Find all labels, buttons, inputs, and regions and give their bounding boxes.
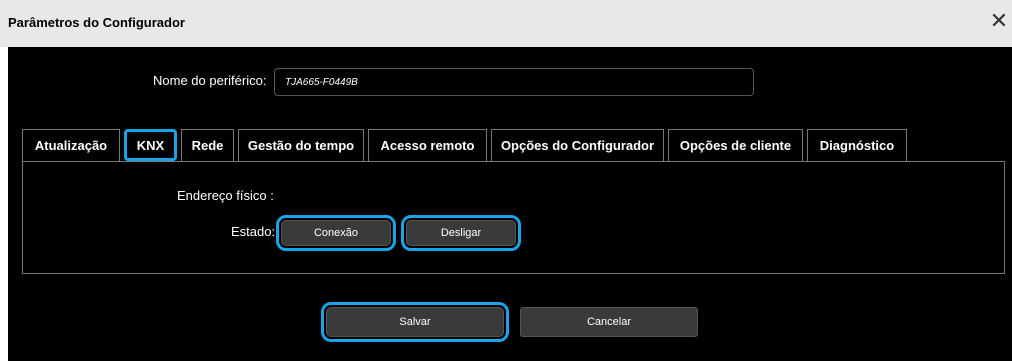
- cancel-button[interactable]: Cancelar: [520, 307, 698, 337]
- peripheral-name-input[interactable]: [274, 68, 754, 96]
- disconnect-button[interactable]: Desligar: [401, 215, 521, 251]
- tab-gestao-do-tempo[interactable]: Gestão do tempo: [238, 129, 364, 161]
- tab-knx[interactable]: KNX: [124, 129, 177, 161]
- close-icon[interactable]: ✕: [988, 10, 1010, 32]
- window-title: Parâmetros do Configurador: [8, 15, 185, 30]
- tab-opcoes-de-cliente[interactable]: Opções de cliente: [668, 129, 803, 161]
- save-button[interactable]: Salvar: [321, 302, 509, 342]
- peripheral-name-label: Nome do periférico:: [153, 73, 267, 88]
- dialog-body: Nome do periférico: Atualização KNX Rede…: [8, 47, 1012, 361]
- tab-acesso-remoto[interactable]: Acesso remoto: [368, 129, 487, 161]
- state-label: Estado:: [231, 224, 276, 239]
- tab-opcoes-do-configurador[interactable]: Opções do Configurador: [491, 129, 664, 161]
- knx-tab-panel: Endereço físico : Estado: Conexão Deslig…: [22, 161, 1005, 274]
- physical-address-label: Endereço físico :: [177, 188, 274, 203]
- tab-rede[interactable]: Rede: [181, 129, 234, 161]
- connect-button[interactable]: Conexão: [276, 215, 396, 251]
- title-bar: Parâmetros do Configurador ✕: [0, 0, 1012, 47]
- tab-bar: Atualização KNX Rede Gestão do tempo Ace…: [22, 129, 911, 161]
- tab-atualizacao[interactable]: Atualização: [22, 129, 120, 161]
- tab-diagnostico[interactable]: Diagnóstico: [807, 129, 907, 161]
